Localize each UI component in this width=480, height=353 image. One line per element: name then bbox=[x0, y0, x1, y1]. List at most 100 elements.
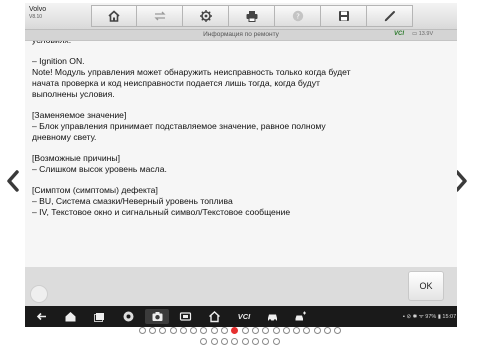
page-dot[interactable] bbox=[251, 327, 259, 334]
page-dot[interactable] bbox=[251, 338, 259, 345]
repair-info-text-area[interactable]: условиях.– Ignition ON.Note! Модуль упра… bbox=[25, 41, 457, 267]
back-button[interactable] bbox=[31, 309, 51, 324]
page-title: Информация по ремонту bbox=[203, 31, 279, 38]
ok-button[interactable]: OK bbox=[408, 271, 444, 301]
page-dot[interactable] bbox=[231, 327, 239, 334]
page-dot[interactable] bbox=[169, 327, 177, 334]
vehicle-swap-button[interactable] bbox=[137, 5, 183, 27]
page-dot[interactable] bbox=[334, 327, 342, 334]
back-icon bbox=[36, 312, 46, 321]
page-dot[interactable] bbox=[262, 327, 270, 334]
page-dot[interactable] bbox=[138, 327, 146, 334]
page-dot[interactable] bbox=[231, 338, 239, 345]
screenshot-button[interactable] bbox=[145, 309, 169, 324]
page-dot[interactable] bbox=[148, 327, 156, 334]
slideshow-stage: Volvo V8.10 ? Информация по ремонту VCI … bbox=[0, 0, 480, 353]
save-button[interactable] bbox=[321, 5, 367, 27]
text-line: – Ignition ON. bbox=[32, 56, 85, 66]
software-version: V8.10 bbox=[29, 14, 43, 20]
home-icon bbox=[65, 312, 75, 322]
page-dot[interactable] bbox=[241, 327, 249, 334]
car-icon bbox=[267, 314, 277, 322]
help-button[interactable]: ? bbox=[275, 5, 321, 27]
screen-record-button[interactable] bbox=[175, 309, 195, 324]
recent-apps-icon bbox=[93, 313, 104, 322]
text-line: начата проверка и код неисправности пода… bbox=[32, 78, 320, 88]
page-dot[interactable] bbox=[200, 338, 208, 345]
vehicle-swap-icon bbox=[153, 11, 166, 21]
text-line: [Заменяемое значение] bbox=[32, 110, 127, 120]
pen-button[interactable] bbox=[367, 5, 413, 27]
vehicle-button[interactable] bbox=[262, 309, 282, 324]
page-indicator bbox=[0, 326, 480, 352]
text-line: – Слишком высок уровень масла. bbox=[32, 164, 167, 174]
print-button[interactable] bbox=[229, 5, 275, 27]
title-bar: Информация по ремонту VCI ▭ 13.9V bbox=[25, 30, 457, 41]
text-line: Note! Модуль управления может обнаружить… bbox=[32, 67, 351, 77]
page-dot[interactable] bbox=[190, 327, 198, 334]
page-dot[interactable] bbox=[241, 338, 249, 345]
battery-icon: ▭ bbox=[412, 31, 419, 37]
page-dot[interactable] bbox=[282, 327, 290, 334]
page-dot[interactable] bbox=[221, 338, 229, 345]
car-connect-icon bbox=[295, 311, 306, 321]
page-dot[interactable] bbox=[179, 327, 187, 334]
page-dot[interactable] bbox=[272, 338, 280, 345]
help-icon: ? bbox=[292, 10, 303, 22]
page-dot[interactable] bbox=[262, 338, 270, 345]
page-dot[interactable] bbox=[210, 338, 218, 345]
home-button[interactable] bbox=[91, 5, 137, 27]
page-dot[interactable] bbox=[313, 327, 321, 334]
print-icon bbox=[246, 11, 257, 22]
vehicle-connect-button[interactable] bbox=[290, 309, 310, 324]
browser-button[interactable] bbox=[118, 309, 138, 324]
diagnostics-home-button[interactable] bbox=[204, 309, 224, 324]
android-navigation-bar: VCI ▪ ⊘ ✱ ᯤ 97% ▮ 15:07 bbox=[25, 306, 457, 327]
battery-voltage-value: 13.9V bbox=[418, 31, 434, 37]
page-dot[interactable] bbox=[159, 327, 167, 334]
previous-arrow-icon[interactable] bbox=[4, 168, 22, 194]
home-system-button[interactable] bbox=[60, 309, 80, 324]
vci-button[interactable]: VCI bbox=[231, 309, 257, 324]
vci-icon: VCI bbox=[237, 312, 251, 321]
vehicle-info: Volvo V8.10 bbox=[29, 6, 46, 20]
text-line: – BU, Система смазки/Неверный уровень то… bbox=[32, 196, 233, 206]
screen-record-icon bbox=[179, 312, 191, 321]
page-dot[interactable] bbox=[293, 327, 301, 334]
system-status: ▪ ⊘ ✱ ᯤ 97% ▮ 15:07 bbox=[403, 314, 457, 320]
battery-voltage: ▭ 13.9V bbox=[412, 31, 433, 37]
repair-info-text: условиях.– Ignition ON.Note! Модуль упра… bbox=[32, 41, 448, 218]
settings-button[interactable] bbox=[183, 5, 229, 27]
text-line: [Симптом (симптомы) дефекта] bbox=[32, 185, 158, 195]
settings-icon bbox=[199, 10, 212, 22]
page-dot[interactable] bbox=[221, 327, 229, 334]
page-dot[interactable] bbox=[200, 327, 208, 334]
home-icon bbox=[108, 10, 120, 22]
text-line: [Возможные причины] bbox=[32, 153, 120, 163]
text-line: – IV, Текстовое окно и сигнальный символ… bbox=[32, 207, 291, 217]
chrome-icon bbox=[123, 311, 133, 322]
text-line: – Блок управления принимает подставляемо… bbox=[32, 121, 326, 131]
recent-apps-button[interactable] bbox=[89, 309, 109, 324]
vci-status: VCI bbox=[394, 31, 405, 37]
text-line: выполнены условия. bbox=[32, 89, 115, 99]
page-dot[interactable] bbox=[303, 327, 311, 334]
page-dot[interactable] bbox=[324, 327, 332, 334]
pen-icon bbox=[384, 11, 395, 22]
home-outline-icon bbox=[208, 311, 220, 323]
toolbar-buttons: ? bbox=[91, 5, 413, 27]
floating-home-bubble[interactable] bbox=[30, 285, 48, 303]
action-bar: OK bbox=[25, 267, 457, 306]
page-dot[interactable] bbox=[272, 327, 280, 334]
tablet-screen: Volvo V8.10 ? Информация по ремонту VCI … bbox=[25, 3, 457, 327]
svg-text:?: ? bbox=[296, 13, 300, 21]
text-line: дневному свету. bbox=[32, 132, 97, 142]
top-toolbar: Volvo V8.10 ? bbox=[25, 3, 457, 30]
save-icon bbox=[338, 11, 349, 21]
camera-icon bbox=[152, 312, 162, 321]
page-dot[interactable] bbox=[210, 327, 218, 334]
